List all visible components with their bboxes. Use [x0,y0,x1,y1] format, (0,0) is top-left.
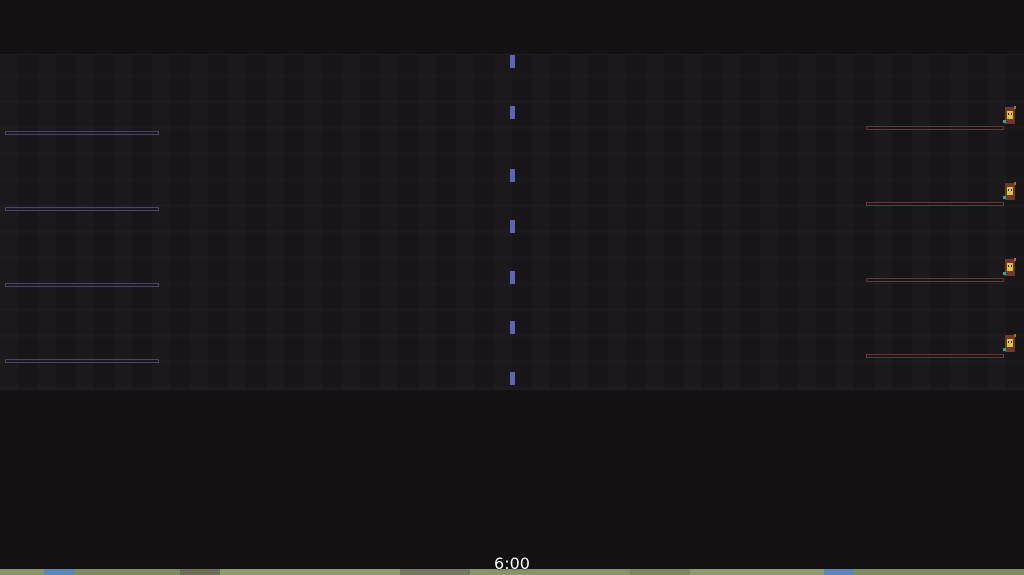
right-lane-bar-4 [866,354,1004,358]
gold-tower-unit-icon[interactable] [1002,182,1018,202]
left-lane-bar-4 [5,359,159,363]
game-viewport[interactable]: 6:00 [0,0,1024,575]
center-line-dash [510,271,515,284]
gold-tower-unit-icon[interactable] [1002,334,1018,354]
center-line-dash [510,169,515,182]
center-line-dash [510,55,515,68]
right-lane-bar-1 [866,126,1004,130]
right-lane-bar-3 [866,278,1004,282]
gold-tower-unit-icon[interactable] [1002,258,1018,278]
center-line-dash [510,321,515,334]
center-line-dash [510,220,515,233]
right-lane-bar-2 [866,202,1004,206]
left-lane-bar-1 [5,131,159,135]
match-timer: 6:00 [494,554,530,573]
battle-arena[interactable] [0,54,1024,390]
left-lane-bar-3 [5,283,159,287]
left-lane-bar-2 [5,207,159,211]
center-line-dash [510,372,515,385]
center-line-dash [510,106,515,119]
gold-tower-unit-icon[interactable] [1002,106,1018,126]
